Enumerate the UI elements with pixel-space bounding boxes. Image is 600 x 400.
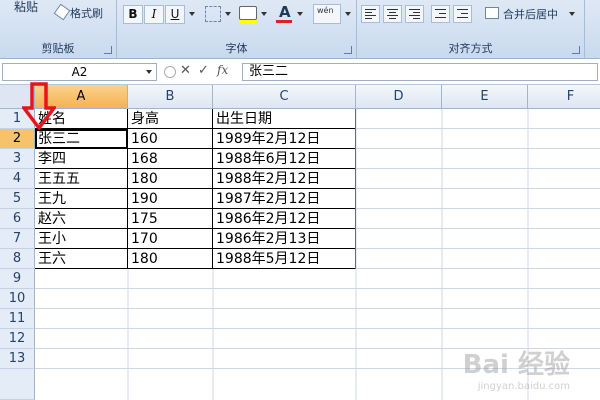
number-group-edge <box>585 0 600 58</box>
alignment-launcher-icon[interactable] <box>572 46 580 54</box>
fill-color-bar <box>239 20 257 23</box>
align-center-button[interactable] <box>383 5 402 23</box>
enter-icon[interactable]: ✓ <box>198 63 209 78</box>
format-painter-button[interactable]: 格式刷 <box>70 5 103 21</box>
font-group-label: 字体 <box>225 42 248 55</box>
merge-center-icon[interactable] <box>485 7 499 19</box>
name-box[interactable]: A2 <box>2 63 157 81</box>
fill-dropdown-icon[interactable] <box>261 12 267 16</box>
clipboard-group-label: 剪贴板 <box>41 42 75 55</box>
formula-input[interactable]: 张三二 <box>242 63 598 81</box>
font-group: B I U A wén 字体 <box>117 0 357 58</box>
increase-indent-button[interactable] <box>453 5 472 23</box>
ribbon: 粘贴 格式刷 剪贴板 B I U A wén 字体 合并后居中 对齐方式 <box>0 0 600 59</box>
formula-buttons: ✕ ✓ fx <box>160 63 240 81</box>
alignment-group-label: 对齐方式 <box>448 42 493 55</box>
formula-bar: A2 ✕ ✓ fx 张三二 <box>0 60 600 85</box>
paste-button[interactable]: 粘贴 <box>14 0 38 15</box>
cancel-icon[interactable]: ✕ <box>180 63 191 78</box>
align-left-button[interactable] <box>361 5 380 23</box>
font-color-bar <box>276 20 292 23</box>
annotation-arrow-icon <box>22 82 56 130</box>
baidu-watermark: Bai 经验 jingyan.baidu.com <box>463 344 570 392</box>
align-right-button[interactable] <box>405 5 424 23</box>
italic-button[interactable]: I <box>144 5 164 24</box>
underline-dropdown-icon[interactable] <box>189 12 195 16</box>
decrease-indent-button[interactable] <box>431 5 450 23</box>
underline-button[interactable]: U <box>165 5 185 24</box>
clipboard-launcher-icon[interactable] <box>104 46 112 54</box>
watermark-sub: jingyan.baidu.com <box>477 381 570 392</box>
fill-color-icon[interactable] <box>239 6 257 20</box>
border-button[interactable] <box>205 6 221 22</box>
font-launcher-icon[interactable] <box>344 46 352 54</box>
phonetic-button[interactable]: wén <box>313 4 341 24</box>
bold-button[interactable]: B <box>123 5 143 24</box>
alignment-group: 合并后居中 对齐方式 <box>357 0 585 58</box>
font-color-dropdown-icon[interactable] <box>297 12 303 16</box>
phonetic-dropdown-icon[interactable] <box>345 12 351 16</box>
name-box-dropdown-icon[interactable] <box>146 70 152 74</box>
phonetic-label: wén <box>317 6 334 15</box>
format-painter-icon <box>53 3 71 21</box>
merge-center-button[interactable]: 合并后居中 <box>503 6 558 22</box>
expand-handle-icon[interactable] <box>164 66 176 78</box>
insert-function-button[interactable]: fx <box>217 63 228 77</box>
border-dropdown-icon[interactable] <box>225 12 231 16</box>
clipboard-group: 粘贴 格式刷 剪贴板 <box>0 0 117 58</box>
font-color-button[interactable]: A <box>279 3 291 21</box>
merge-dropdown-icon[interactable] <box>569 12 575 16</box>
watermark-main: Bai 经验 <box>462 350 570 380</box>
